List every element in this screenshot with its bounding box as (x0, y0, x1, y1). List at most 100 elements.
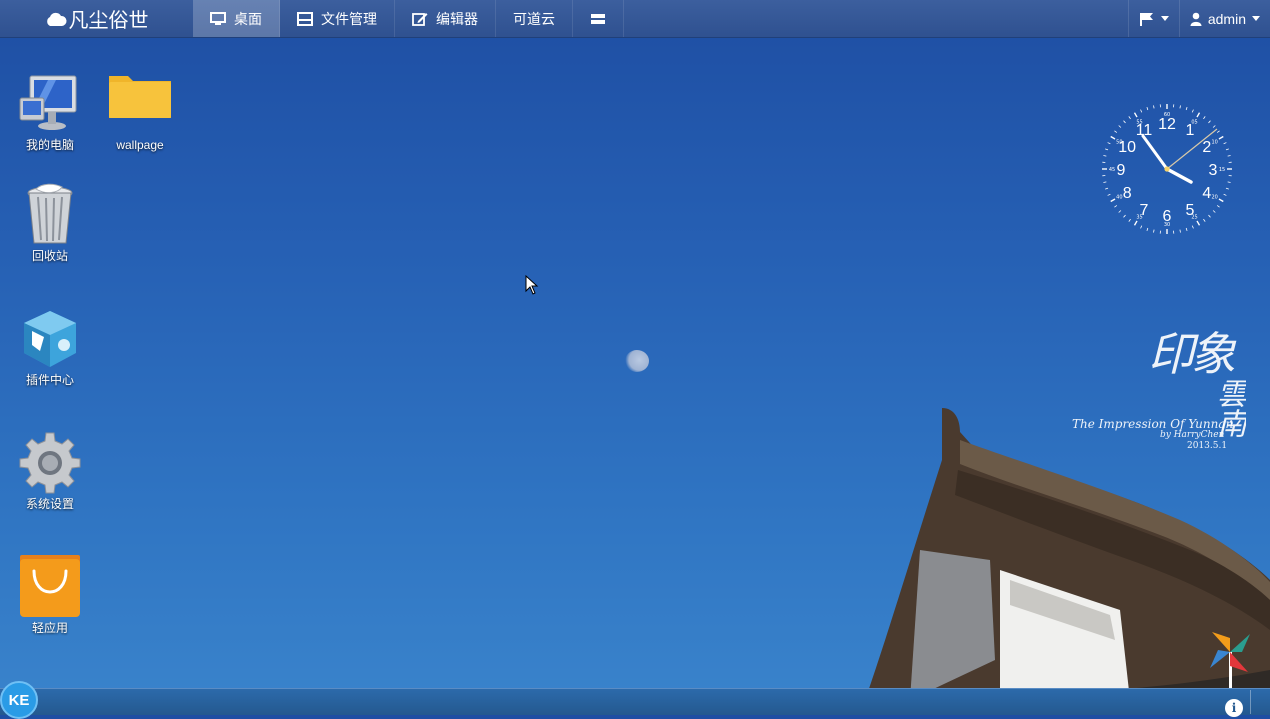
clock-tick (1186, 228, 1187, 231)
clock-tick (1147, 107, 1148, 110)
clock-hour-number: 1 (1186, 122, 1195, 139)
layout-icon (590, 12, 606, 26)
clock-minute-label: 10 (1211, 140, 1217, 146)
tab-editor[interactable]: 编辑器 (395, 0, 496, 37)
clock-tick (1105, 188, 1108, 189)
desktop-icon-recycle-bin[interactable]: 回收站 (10, 183, 90, 263)
clock-tick (1180, 105, 1181, 108)
user-menu[interactable]: admin (1179, 0, 1270, 37)
desktop-icon-my-computer[interactable]: 我的电脑 (10, 72, 90, 152)
clock-hour-number: 8 (1123, 185, 1132, 202)
clock-tick (1219, 199, 1223, 202)
clock-tick (1124, 215, 1126, 217)
clock-tick (1186, 107, 1187, 110)
clock-tick (1105, 149, 1108, 150)
wallpaper-date: 2013.5.1 (1187, 441, 1227, 451)
mouse-cursor-icon (525, 275, 539, 295)
clock-tick (1111, 199, 1115, 202)
clock-hour-number: 3 (1209, 162, 1218, 179)
clock-tick (1119, 210, 1121, 212)
clock-tick (1147, 228, 1148, 231)
clock-tick (1111, 137, 1115, 140)
clock-tick (1103, 182, 1106, 183)
taskbar (0, 688, 1270, 715)
clock-tick (1129, 219, 1131, 221)
clock-tick (1153, 105, 1154, 108)
clock-tick (1192, 110, 1193, 113)
clock-tick (1103, 155, 1106, 156)
start-button[interactable]: KE (0, 681, 38, 719)
tab-layout[interactable] (573, 0, 624, 37)
desktop-icon-label: 我的电脑 (10, 138, 90, 152)
clock-hour-number: 7 (1140, 202, 1149, 219)
tab-kodcloud[interactable]: 可道云 (496, 0, 573, 37)
clock-minute-label: 15 (1219, 167, 1225, 173)
clock-tick (1124, 121, 1126, 123)
clock-minute-hand (1143, 136, 1167, 169)
clock-hour-number: 5 (1186, 202, 1195, 219)
clock-tick (1192, 226, 1193, 229)
language-flag-dropdown[interactable] (1128, 0, 1179, 37)
clock-hour-number: 2 (1202, 139, 1211, 156)
settings-gear-icon (18, 431, 82, 495)
desktop-icon-plugin-center[interactable]: 插件中心 (10, 307, 90, 387)
clock-tick (1226, 188, 1229, 189)
user-icon (1190, 12, 1202, 26)
desktop-icon-label: 轻应用 (10, 621, 90, 635)
brand-name: 凡尘俗世 (69, 4, 149, 33)
clock-tick (1228, 182, 1231, 183)
tab-desktop[interactable]: 桌面 (193, 0, 280, 37)
clock-tick (1224, 194, 1227, 195)
desktop-icon-label: 系统设置 (10, 497, 90, 511)
clock-tick (1141, 226, 1142, 229)
clock-minute-label: 45 (1109, 167, 1115, 173)
tab-desktop-label: 桌面 (234, 9, 262, 29)
clock-tick (1208, 121, 1210, 123)
taskbar-divider (1250, 690, 1251, 714)
desktop-icon (210, 12, 226, 26)
cloud-icon (45, 11, 67, 27)
clock-tick (1224, 143, 1227, 144)
clock-tick (1219, 137, 1223, 140)
wallpaper-author: by HarryChen (1160, 430, 1224, 440)
clock-tick (1197, 113, 1200, 117)
clock-tick (1114, 205, 1116, 207)
moon (625, 350, 649, 372)
clock-minute-label: 40 (1116, 195, 1122, 201)
desktop-icon-wallpage-folder[interactable]: wallpage (100, 72, 180, 152)
tab-editor-label: 编辑器 (436, 9, 478, 29)
main-nav: 桌面 文件管理 编辑器 可道云 (193, 0, 624, 37)
pinwheel-widget-icon[interactable] (1208, 628, 1254, 690)
info-icon: i (1232, 701, 1237, 715)
clock-minute-label: 20 (1211, 195, 1217, 201)
clock-tick (1208, 215, 1210, 217)
wallpaper-title-en: The Impression Of Yunnan (1072, 417, 1233, 431)
clock-tick (1228, 155, 1231, 156)
start-button-label: KE (9, 692, 30, 709)
desktop-icon-label: 插件中心 (10, 373, 90, 387)
clock-tick (1203, 116, 1205, 118)
clock-tick (1119, 126, 1121, 128)
clock-tick (1203, 219, 1205, 221)
info-button[interactable]: i (1225, 699, 1243, 717)
desktop-icon-light-app[interactable]: 轻应用 (10, 555, 90, 635)
clock-tick (1226, 149, 1229, 150)
top-navigation-bar: 凡尘俗世 桌面 文件管理 编辑器 可道云 (0, 0, 1270, 38)
clock-hour-number: 10 (1118, 139, 1136, 156)
clock-tick (1108, 143, 1111, 144)
flag-icon (1139, 12, 1155, 26)
clock-tick (1114, 131, 1116, 133)
clock-hour-number: 9 (1117, 162, 1126, 179)
brand[interactable]: 凡尘俗世 (0, 0, 193, 37)
clock-widget[interactable]: 600510152025303540455055 121234567891011 (1100, 102, 1234, 236)
clock-tick (1135, 221, 1138, 225)
desktop-icon-system-settings[interactable]: 系统设置 (10, 431, 90, 511)
clock-tick (1153, 230, 1154, 233)
tab-kodcloud-label: 可道云 (513, 9, 555, 29)
clock-hour-number: 4 (1202, 185, 1211, 202)
tab-file-manager[interactable]: 文件管理 (280, 0, 395, 37)
folder-icon (108, 72, 172, 136)
chevron-down-icon (1161, 16, 1169, 21)
clock-tick (1217, 205, 1219, 207)
computer-icon (18, 72, 82, 136)
